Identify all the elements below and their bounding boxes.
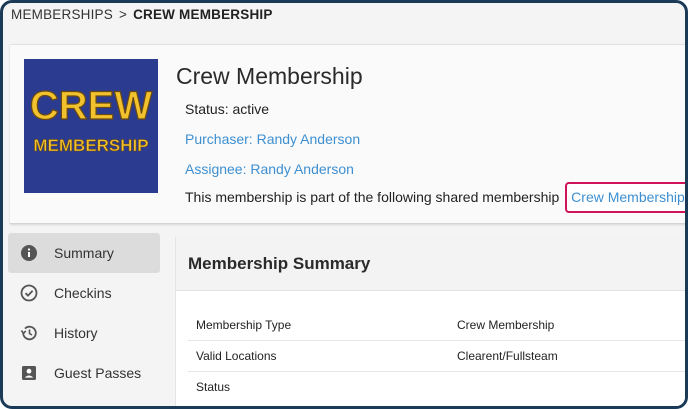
breadcrumb: MEMBERSHIPS > CREW MEMBERSHIP [11, 7, 273, 22]
shared-membership-line: This membership is part of the following… [185, 182, 685, 213]
breadcrumb-root[interactable]: MEMBERSHIPS [11, 7, 113, 22]
purchaser-link[interactable]: Purchaser: Randy Anderson [185, 131, 360, 147]
sidebar: Summary Checkins History Guest Passes [3, 233, 169, 406]
app-frame: MEMBERSHIPS > CREW MEMBERSHIP CREW MEMBERS… [0, 0, 688, 409]
sidebar-item-checkins[interactable]: Checkins [8, 273, 160, 313]
shared-membership-link[interactable]: Crew Membership [565, 182, 685, 213]
logo-text-crew: CREW [30, 84, 152, 128]
check-circle-icon [20, 284, 38, 302]
sidebar-item-summary[interactable]: Summary [8, 233, 160, 273]
breadcrumb-separator: > [118, 7, 128, 22]
sidebar-item-guest-passes[interactable]: Guest Passes [8, 353, 160, 393]
table-row: Status [188, 372, 685, 402]
sidebar-item-history[interactable]: History [8, 313, 160, 353]
row-value: Clearent/Fullsteam [457, 349, 558, 363]
membership-summary-panel: Membership Summary Membership Type Crew … [175, 237, 685, 406]
breadcrumb-current: CREW MEMBERSHIP [133, 7, 273, 22]
guest-pass-icon [20, 364, 38, 382]
shared-membership-text: This membership is part of the following… [185, 189, 560, 205]
membership-logo-graphic: CREW MEMBERSHIP [24, 59, 158, 193]
table-row: Membership Type Crew Membership [188, 310, 685, 341]
sidebar-item-label: Summary [54, 245, 114, 261]
info-icon [20, 244, 38, 262]
membership-header-card: CREW MEMBERSHIP Crew Membership Status: … [10, 44, 685, 224]
sidebar-item-label: History [54, 325, 98, 341]
summary-title: Membership Summary [176, 237, 685, 291]
sidebar-item-label: Checkins [54, 285, 112, 301]
row-key: Membership Type [196, 318, 292, 332]
sidebar-item-label: Guest Passes [54, 365, 142, 381]
summary-table: Membership Type Crew Membership Valid Lo… [188, 310, 685, 402]
logo-text-membership: MEMBERSHIP [33, 136, 148, 155]
status-text: Status: active [185, 101, 270, 117]
history-icon [20, 324, 38, 342]
page-title: Crew Membership [176, 63, 363, 89]
row-value: Crew Membership [457, 318, 555, 332]
membership-logo: CREW MEMBERSHIP [24, 59, 158, 193]
row-key: Valid Locations [196, 349, 277, 363]
assignee-link[interactable]: Assignee: Randy Anderson [185, 161, 354, 177]
table-row: Valid Locations Clearent/Fullsteam [188, 341, 685, 372]
row-key: Status [196, 380, 231, 394]
